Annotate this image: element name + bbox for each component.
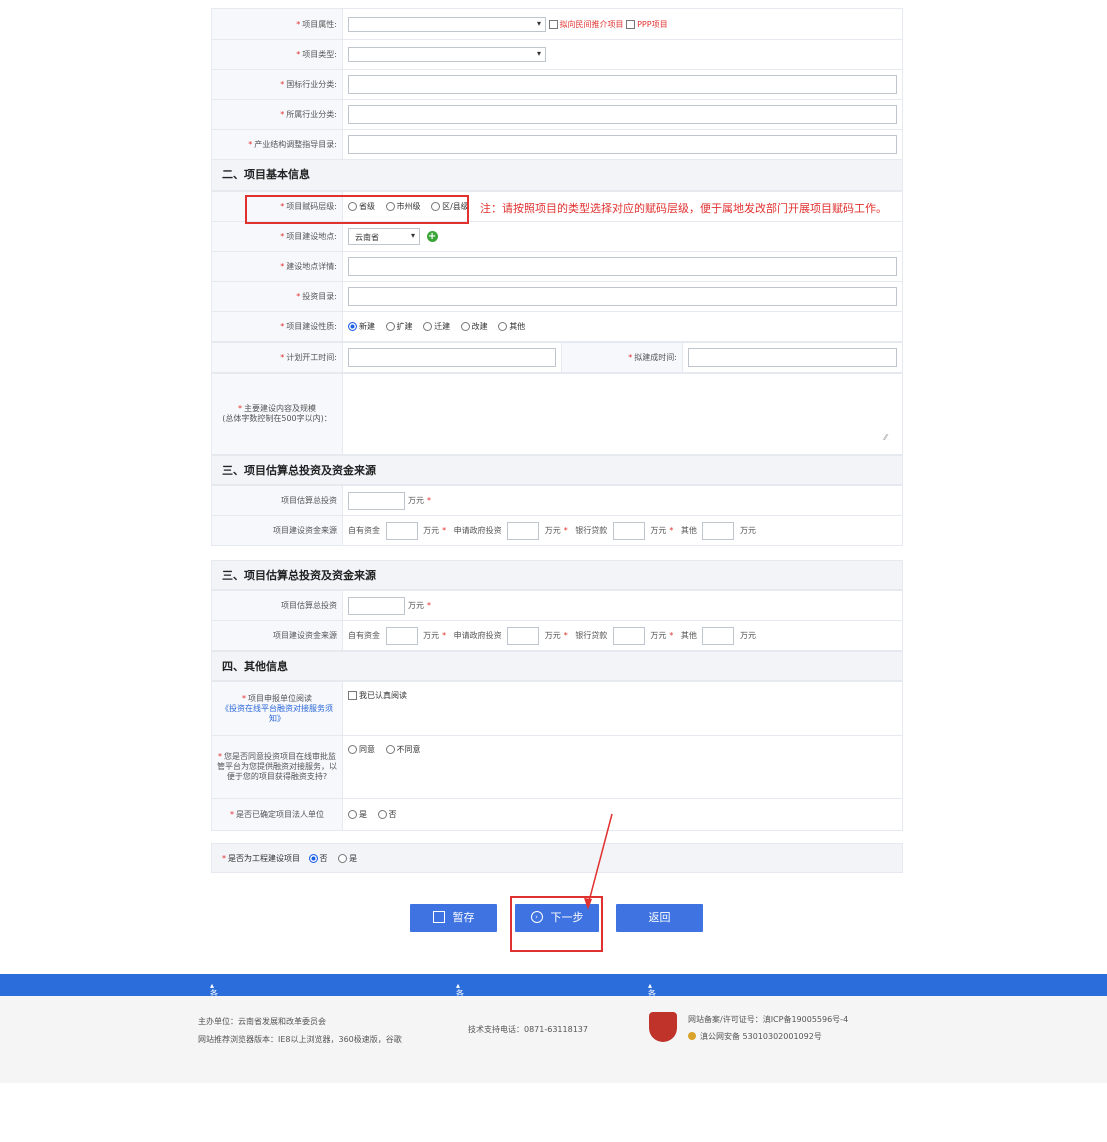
- row-time: * 计划开工时间: * 拟建成时间:: [211, 342, 903, 373]
- footer-link-gov-service[interactable]: 各省政务服务网 ▴: [456, 981, 464, 1064]
- code-level-annotation: 注：请按照项目的类型选择对应的赋码层级，便于属地发改部门开展项目赋码工作。: [480, 202, 887, 215]
- section-basic-title: 二、项目基本信息: [211, 160, 903, 191]
- row-content-scale: * 主要建设内容及规模 (总体字数控制在500字以内)： ⁄⁄: [211, 373, 903, 455]
- form-table-content: * 主要建设内容及规模 (总体字数控制在500字以内)： ⁄⁄: [211, 373, 903, 455]
- province-select[interactable]: 云南省 ▾: [348, 228, 420, 245]
- nature-new-radio[interactable]: [348, 322, 357, 331]
- resize-handle-icon[interactable]: ⁄⁄: [884, 433, 887, 442]
- footer-support: 技术支持电话：0871-63118137: [468, 1025, 588, 1034]
- chevron-down-icon: ▾: [410, 231, 415, 240]
- footer-link-agency[interactable]: 各级投资审批中介超市 ▴: [648, 981, 656, 1097]
- form-table-invest1: 项目估算总投资 万元 * 项目建设资金来源 自有资金 万元 * 申请政府投资 万元 *…: [211, 485, 903, 546]
- next-button-highlight-box: [510, 896, 603, 952]
- footer-link-bar: 各省投资项目在线审批监管平台 ▴ 各省政务服务网 ▴ 各级投资审批中介超市 ▴: [0, 974, 1107, 1141]
- industry-national-input[interactable]: [348, 75, 897, 94]
- nature-relocate-radio[interactable]: [423, 322, 433, 331]
- row-invest2-total: 项目估算总投资 万元 *: [211, 590, 903, 621]
- end-time-input[interactable]: [688, 348, 897, 367]
- project-attr-select[interactable]: ▾: [348, 16, 546, 32]
- invest1-self-fund-input[interactable]: [385, 521, 418, 540]
- label-project-attr: * 项目属性:: [211, 8, 343, 40]
- nature-expand-radio[interactable]: [385, 322, 395, 331]
- police-badge-icon: [688, 1032, 696, 1040]
- row-location: * 项目建设地点: 云南省 ▾ +: [211, 221, 903, 252]
- invest2-total-input[interactable]: [348, 596, 405, 615]
- invest2-gov-invest-input[interactable]: [507, 626, 540, 645]
- footer-host: 主办单位：云南省发展和改革委员会: [198, 1017, 326, 1026]
- row-legal-unit: * 是否已确定项目法人单位 是 否: [211, 798, 903, 831]
- legal-yes-radio[interactable]: [348, 810, 357, 819]
- row-invest-catalog: * 投资目录:: [211, 281, 903, 312]
- footer-police[interactable]: 滇公网安备 53010302001092号: [700, 1031, 822, 1042]
- invest1-bank-loan-input[interactable]: [612, 521, 645, 540]
- invest1-total-input[interactable]: [348, 491, 405, 510]
- content-scale-textarea[interactable]: ⁄⁄: [348, 378, 897, 442]
- row-read-notice: * 项目申报单位阅读 《投资在线平台融资对接服务须知》 我已认真阅读: [211, 681, 903, 736]
- invest2-bank-loan-input[interactable]: [612, 626, 645, 645]
- row-industry-structure: * 产业结构调整指导目录:: [211, 129, 903, 160]
- footer-browser: 网站推荐浏览器版本：IE8以上浏览器，360极速版，谷歌: [198, 1035, 402, 1044]
- row-engineering-project: * 是否为工程建设项目 否 是: [211, 843, 903, 873]
- row-invest1-fund: 项目建设资金来源 自有资金 万元 * 申请政府投资 万元 * 银行贷款 万元 * 其他…: [211, 515, 903, 546]
- form-table-basic: * 项目属性: ▾ 拟向民间推介项目 PPP项目 * 项目类型: ▾ * 国标行业分类…: [211, 8, 903, 160]
- row-nature: * 项目建设性质: 新建 扩建 迁建 改建 其他: [211, 311, 903, 342]
- save-icon: [432, 911, 445, 923]
- form-table-time: * 计划开工时间: * 拟建成时间:: [211, 342, 903, 373]
- footer-link-platform[interactable]: 各省投资项目在线审批监管平台 ▴: [210, 981, 218, 1141]
- add-location-icon[interactable]: +: [426, 231, 438, 242]
- agree-no-radio[interactable]: [385, 745, 395, 754]
- save-button[interactable]: 暂存: [410, 904, 497, 932]
- invest2-other-input[interactable]: [702, 626, 735, 645]
- row-invest1-total: 项目估算总投资 万元 *: [211, 485, 903, 516]
- section-invest2-title: 三、项目估算总投资及资金来源: [211, 560, 903, 590]
- row-agree-financing: * 您是否同意投资项目在线审批监管平台为您提供融资对接服务，以便于您的项目获得融资…: [211, 735, 903, 799]
- agree-yes-radio[interactable]: [348, 745, 357, 754]
- invest-catalog-input[interactable]: [348, 287, 897, 306]
- engineering-yes-radio[interactable]: [338, 854, 348, 863]
- ppp-checkbox[interactable]: [626, 19, 636, 29]
- industry-own-input[interactable]: [348, 105, 897, 124]
- form-table-other: * 项目申报单位阅读 《投资在线平台融资对接服务须知》 我已认真阅读 * 您是否同意…: [211, 681, 903, 831]
- row-project-type: * 项目类型: ▾: [211, 39, 903, 70]
- invest2-self-fund-input[interactable]: [385, 626, 418, 645]
- footer-icp[interactable]: 网站备案/许可证号：滇ICP备19005596号-4: [688, 1014, 848, 1025]
- engineering-no-radio[interactable]: [308, 854, 318, 863]
- project-type-select[interactable]: ▾: [348, 47, 546, 62]
- row-project-attr: * 项目属性: ▾ 拟向民间推介项目 PPP项目: [211, 8, 903, 40]
- gov-emblem-icon[interactable]: [649, 1012, 677, 1042]
- private-capital-checkbox[interactable]: [548, 19, 558, 29]
- site-footer: 主办单位：云南省发展和改革委员会 网站推荐浏览器版本：IE8以上浏览器，360极…: [0, 996, 1107, 1083]
- row-location-detail: * 建设地点详情:: [211, 251, 903, 282]
- row-industry-national: * 国标行业分类:: [211, 69, 903, 100]
- location-detail-input[interactable]: [348, 257, 897, 276]
- project-form: * 项目属性: ▾ 拟向民间推介项目 PPP项目 * 项目类型: ▾ * 国标行业分类…: [211, 8, 903, 873]
- nature-other-radio[interactable]: [498, 322, 508, 331]
- row-industry-own: * 所属行业分类:: [211, 99, 903, 130]
- code-level-highlight-box: [245, 195, 469, 224]
- chevron-down-icon: ▾: [536, 18, 541, 28]
- nature-rebuild-radio[interactable]: [460, 322, 470, 331]
- legal-no-radio[interactable]: [377, 810, 387, 819]
- start-time-input[interactable]: [348, 348, 556, 367]
- row-invest2-fund: 项目建设资金来源 自有资金 万元 * 申请政府投资 万元 * 银行贷款 万元 * 其他…: [211, 620, 903, 651]
- back-button[interactable]: 返回: [616, 904, 703, 932]
- read-notice-checkbox[interactable]: [348, 691, 357, 700]
- section-invest1-title: 三、项目估算总投资及资金来源: [211, 455, 903, 485]
- notice-link[interactable]: 《投资在线平台融资对接服务须知》: [221, 704, 333, 723]
- section-other-title: 四、其他信息: [211, 651, 903, 681]
- invest1-other-input[interactable]: [702, 521, 735, 540]
- industry-structure-input[interactable]: [348, 135, 897, 154]
- invest1-gov-invest-input[interactable]: [507, 521, 540, 540]
- chevron-down-icon: ▾: [536, 49, 541, 58]
- form-table-invest2: 项目估算总投资 万元 * 项目建设资金来源 自有资金 万元 * 申请政府投资 万元 *…: [211, 590, 903, 651]
